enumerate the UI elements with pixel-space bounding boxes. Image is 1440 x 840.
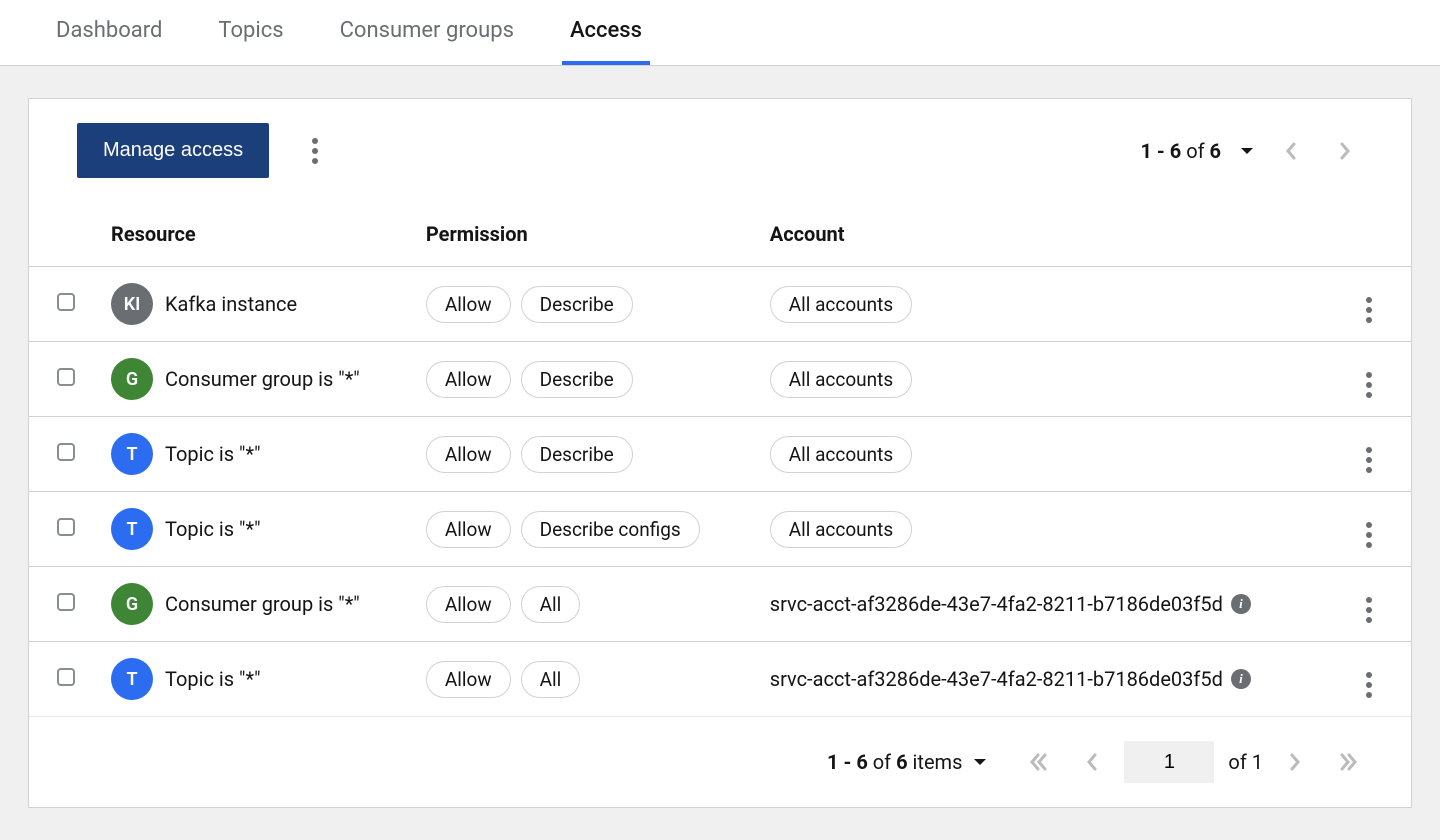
access-table: Resource Permission Account KI Kafka inst… <box>29 202 1411 716</box>
permission-chip: All <box>521 586 581 623</box>
table-row: G Consumer group is "*" Allow All srvc-acct-… <box>29 567 1411 642</box>
permission-chip: Allow <box>426 286 511 323</box>
account-chip: All accounts <box>770 286 912 323</box>
table-row: T Topic is "*" Allow Describe configs All ac… <box>29 492 1411 567</box>
permission-chip: Describe configs <box>521 511 700 548</box>
table-row: T Topic is "*" Allow All srvc-acct-af3286de-… <box>29 642 1411 717</box>
permission-chip: Allow <box>426 586 511 623</box>
manage-access-button[interactable]: Manage access <box>77 123 269 178</box>
table-row: KI Kafka instance Allow Describe All account… <box>29 267 1411 342</box>
access-panel: Manage access 1 - 6 of 6 <box>28 98 1412 808</box>
resource-type-icon: T <box>111 658 153 700</box>
tab-consumer-groups[interactable]: Consumer groups <box>332 0 522 65</box>
toolbar-kebab[interactable] <box>301 137 329 165</box>
row-checkbox[interactable] <box>57 443 75 461</box>
permission-chip: Allow <box>426 661 511 698</box>
tabs-bar: Dashboard Topics Consumer groups Access <box>0 0 1440 66</box>
page-prev[interactable] <box>1074 747 1110 777</box>
col-permission: Permission <box>414 202 758 267</box>
account-chip: All accounts <box>770 511 912 548</box>
table-row: T Topic is "*" Allow Describe All accounts <box>29 417 1411 492</box>
row-checkbox[interactable] <box>57 668 75 686</box>
table-row: G Consumer group is "*" Allow Describe All a… <box>29 342 1411 417</box>
resource-type-icon: G <box>111 583 153 625</box>
page-last[interactable] <box>1327 747 1371 777</box>
permission-chip: Allow <box>426 511 511 548</box>
pagination-next[interactable] <box>1327 136 1363 166</box>
page-range: 1 - 6 <box>1140 139 1181 163</box>
permission-chip: Describe <box>521 286 633 323</box>
resource-type-icon: T <box>111 508 153 550</box>
page-first[interactable] <box>1016 747 1060 777</box>
permission-chip: Allow <box>426 361 511 398</box>
tab-access[interactable]: Access <box>562 0 650 65</box>
row-actions-kebab[interactable] <box>1355 296 1383 324</box>
tab-topics[interactable]: Topics <box>210 0 291 65</box>
pagination-dropdown[interactable] <box>1239 143 1255 159</box>
info-icon[interactable]: i <box>1231 594 1251 614</box>
permission-chip: All <box>521 661 581 698</box>
row-checkbox[interactable] <box>57 293 75 311</box>
account-chip: All accounts <box>770 436 912 473</box>
resource-label: Topic is "*" <box>165 517 260 541</box>
row-actions-kebab[interactable] <box>1355 446 1383 474</box>
row-actions-kebab[interactable] <box>1355 521 1383 549</box>
resource-label: Topic is "*" <box>165 442 260 466</box>
pagination-prev[interactable] <box>1273 136 1309 166</box>
resource-label: Consumer group is "*" <box>165 367 360 391</box>
resource-type-icon: G <box>111 358 153 400</box>
pagination-top: 1 - 6 of 6 <box>1140 136 1363 166</box>
row-checkbox[interactable] <box>57 593 75 611</box>
row-checkbox[interactable] <box>57 518 75 536</box>
account-chip: All accounts <box>770 361 912 398</box>
resource-label: Consumer group is "*" <box>165 592 360 616</box>
permission-chip: Describe <box>521 436 633 473</box>
resource-type-icon: KI <box>111 283 153 325</box>
pagination-bottom: 1 - 6 of 6 items of 1 <box>29 716 1411 807</box>
row-actions-kebab[interactable] <box>1355 671 1383 699</box>
page-number-input[interactable] <box>1124 741 1214 783</box>
resource-label: Topic is "*" <box>165 667 260 691</box>
col-account: Account <box>758 202 1341 267</box>
items-per-page-dropdown[interactable] <box>972 754 988 770</box>
resource-label: Kafka instance <box>165 292 297 316</box>
account-text: srvc-acct-af3286de-43e7-4fa2-8211-b7186d… <box>770 592 1223 616</box>
permission-chip: Describe <box>521 361 633 398</box>
col-resource: Resource <box>99 202 414 267</box>
account-text: srvc-acct-af3286de-43e7-4fa2-8211-b7186d… <box>770 667 1223 691</box>
row-actions-kebab[interactable] <box>1355 371 1383 399</box>
page-next[interactable] <box>1277 747 1313 777</box>
permission-chip: Allow <box>426 436 511 473</box>
row-checkbox[interactable] <box>57 368 75 386</box>
resource-type-icon: T <box>111 433 153 475</box>
info-icon[interactable]: i <box>1231 669 1251 689</box>
toolbar: Manage access 1 - 6 of 6 <box>29 99 1411 202</box>
row-actions-kebab[interactable] <box>1355 596 1383 624</box>
tab-dashboard[interactable]: Dashboard <box>48 0 170 65</box>
